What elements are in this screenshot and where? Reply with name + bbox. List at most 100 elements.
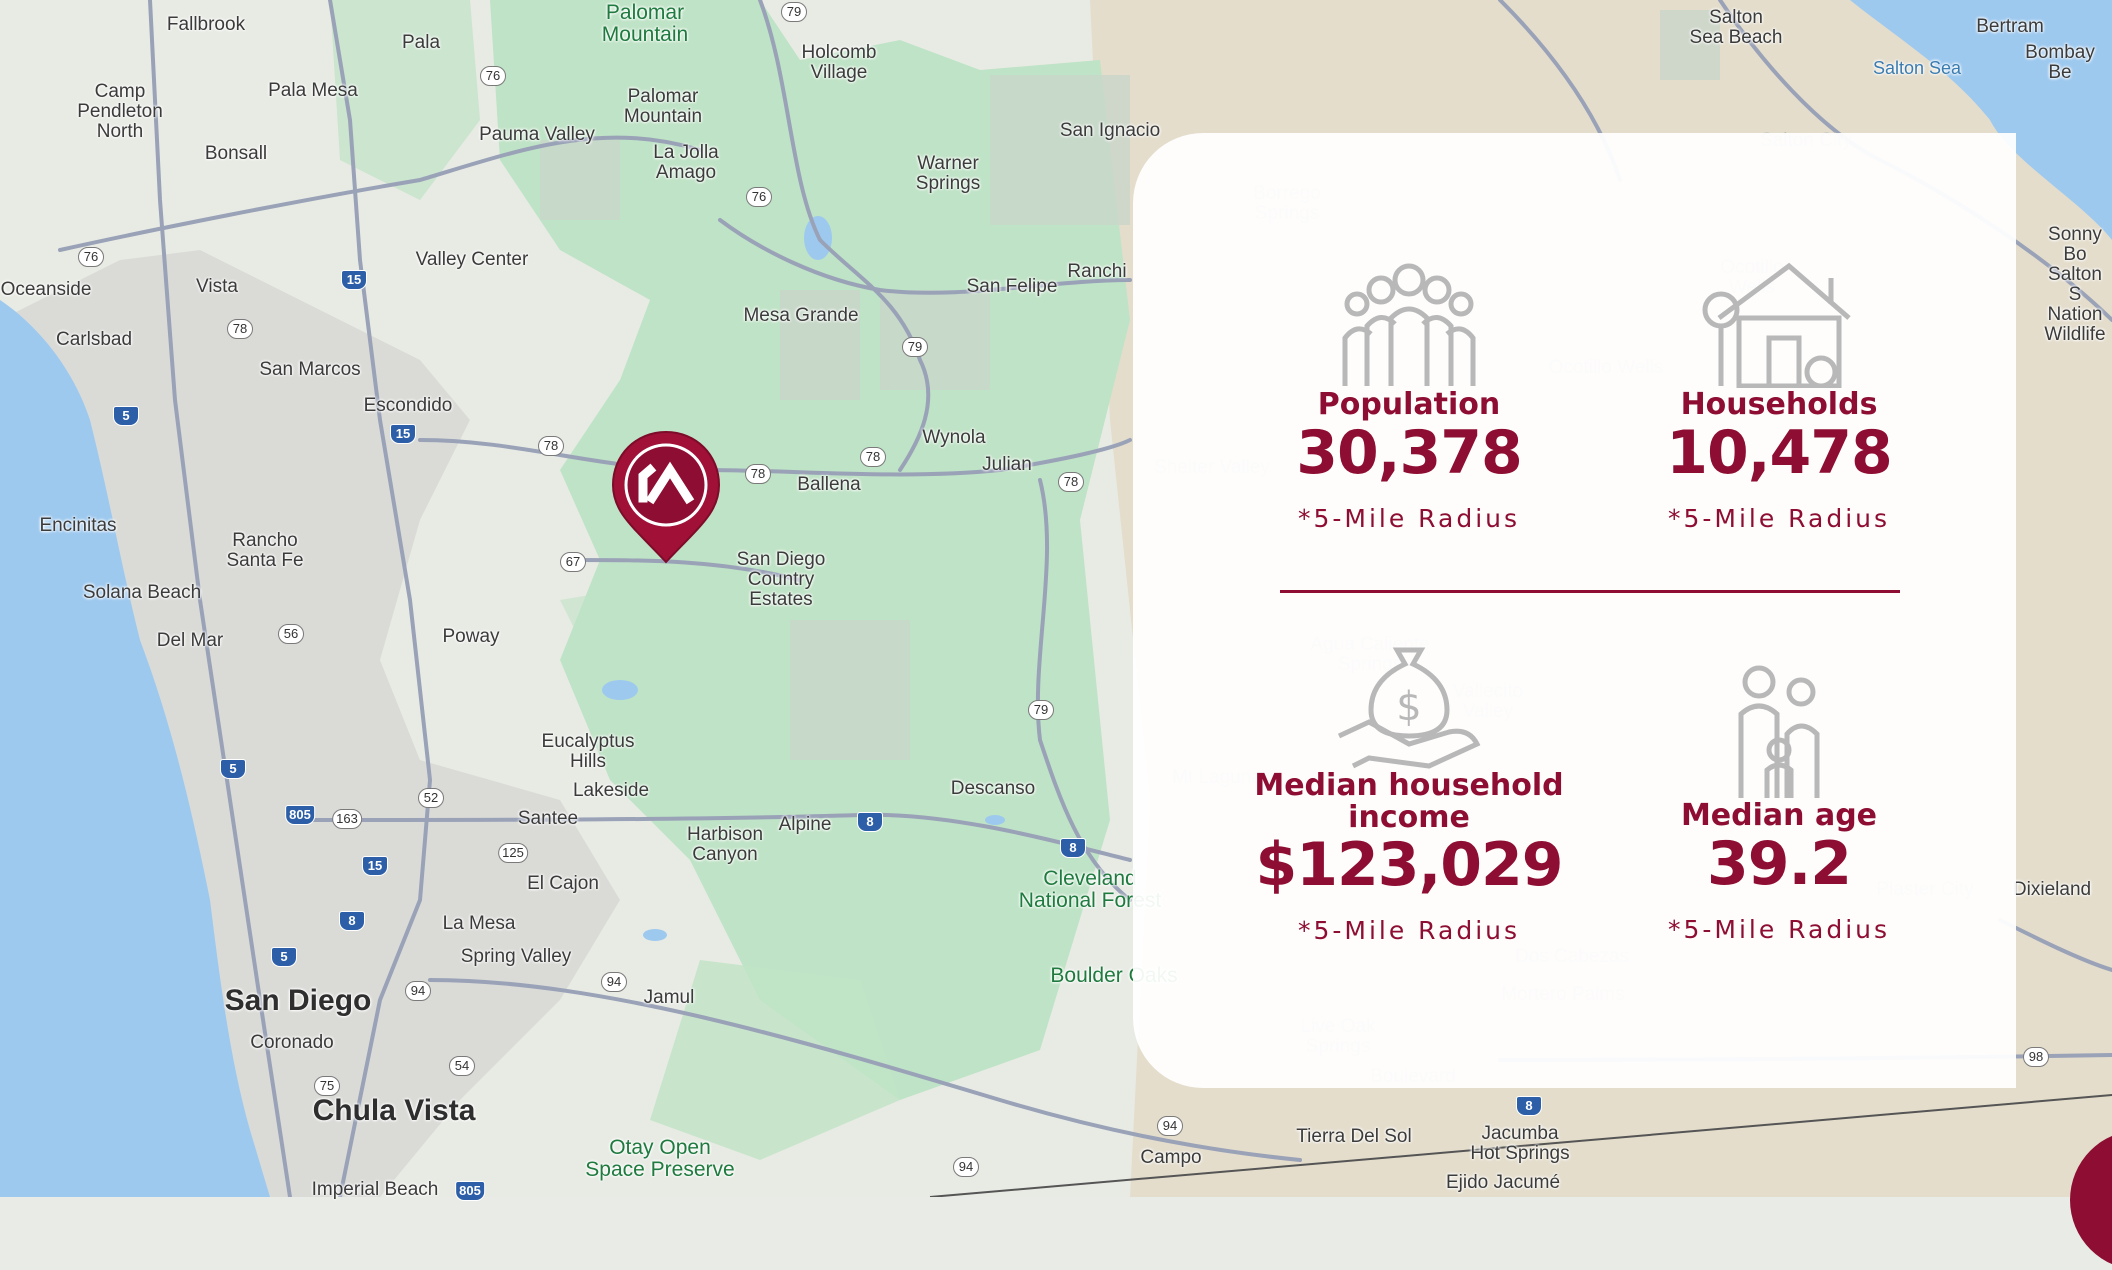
interstate-shield: 5	[271, 947, 297, 967]
place-label: Fallbrook	[166, 14, 246, 35]
place-label: Santee	[517, 808, 579, 829]
place-label: Eucalyptus Hills	[541, 731, 635, 772]
water-label: Salton Sea	[1872, 58, 1962, 78]
place-label: Encinitas	[39, 515, 117, 536]
place-label: Pala Mesa	[268, 80, 358, 101]
place-label: Del Mar	[156, 630, 224, 651]
place-label: Ejido Jacumé	[1445, 1172, 1561, 1193]
place-label: San Marcos	[259, 359, 361, 380]
interstate-shield: 15	[341, 270, 367, 290]
place-label: San Ignacio	[1059, 120, 1161, 141]
population-value: 30,378	[1296, 418, 1523, 488]
median-age-value: 39.2	[1706, 829, 1852, 899]
place-label: Tierra Del Sol	[1296, 1126, 1412, 1147]
route-shield: 79	[902, 337, 928, 357]
route-shield: 76	[78, 247, 104, 267]
stats-divider	[1280, 590, 1900, 593]
place-label: Campo	[1140, 1147, 1202, 1168]
place-label: Alpine	[778, 814, 832, 835]
interstate-shield: 805	[455, 1181, 485, 1201]
route-shield: 75	[314, 1076, 340, 1096]
place-label: Wynola	[922, 427, 986, 448]
stat-median-age: Median age 39.2 *5-Mile Radius	[1614, 664, 1944, 944]
place-label: San Diego Country Estates	[736, 549, 826, 610]
family-icon	[1738, 665, 1820, 798]
route-shield: 67	[560, 552, 586, 572]
route-shield: 94	[1157, 1116, 1183, 1136]
median-age-note: *5-Mile Radius	[1667, 915, 1891, 944]
house-family-icon	[1702, 262, 1851, 388]
route-shield: 78	[860, 447, 886, 467]
place-label: Ranchi	[1067, 261, 1127, 282]
place-label: Pauma Valley	[479, 124, 595, 145]
route-shield: 76	[746, 187, 772, 207]
route-shield: 78	[227, 319, 253, 339]
place-label: Oceanside	[0, 279, 92, 300]
households-note: *5-Mile Radius	[1667, 504, 1891, 533]
route-shield: 98	[2023, 1047, 2049, 1067]
interstate-shield: 8	[1060, 838, 1086, 858]
place-label: Solana Beach	[82, 582, 202, 603]
svg-text:$: $	[1396, 684, 1421, 730]
park-label: Palomar Mountain	[601, 1, 689, 46]
interstate-shield: 8	[1516, 1096, 1542, 1116]
route-shield: 52	[418, 788, 444, 808]
place-label: Palomar Mountain	[623, 86, 703, 127]
place-label: Mesa Grande	[743, 305, 859, 326]
place-label: Escondido	[363, 395, 453, 416]
median-age-label: Median age	[1680, 798, 1878, 833]
population-label: Population	[1317, 387, 1501, 422]
route-shield: 94	[601, 972, 627, 992]
route-shield: 163	[332, 809, 362, 829]
place-label: Harbison Canyon	[686, 824, 764, 865]
route-shield: 125	[498, 843, 528, 863]
place-label: Coronado	[250, 1032, 334, 1053]
place-label: Bombay Be	[2025, 42, 2095, 83]
city-label: Chula Vista	[312, 1094, 476, 1127]
route-shield: 78	[1058, 472, 1084, 492]
route-shield: 79	[781, 2, 807, 22]
place-label: Sonny Bo Salton S Nation Wildlife	[2044, 224, 2106, 345]
place-label: Warner Springs	[915, 153, 981, 194]
interstate-shield: 805	[285, 805, 315, 825]
place-label: Dixieland	[2012, 879, 2092, 900]
interstate-shield: 8	[339, 911, 365, 931]
route-shield: 78	[538, 436, 564, 456]
location-pin[interactable]	[610, 430, 722, 564]
place-label: Julian	[982, 454, 1032, 475]
route-shield: 94	[405, 981, 431, 1001]
interstate-shield: 5	[113, 406, 139, 426]
place-label: Spring Valley	[460, 946, 572, 967]
place-label: Bertram	[1976, 16, 2044, 37]
place-label: Carlsbad	[55, 329, 133, 350]
median-income-note: *5-Mile Radius	[1297, 916, 1521, 945]
place-label: Poway	[442, 626, 500, 647]
stat-households: Households 10,478 *5-Mile Radius	[1614, 258, 1944, 533]
place-label: Holcomb Village	[801, 42, 877, 83]
place-label: Bonsall	[204, 143, 268, 164]
people-group-icon	[1342, 263, 1476, 386]
interstate-shield: 5	[220, 759, 246, 779]
interstate-shield: 15	[362, 856, 388, 876]
route-shield: 54	[449, 1056, 475, 1076]
place-label: Rancho Santa Fe	[226, 530, 304, 571]
place-label: Ballena	[797, 474, 861, 495]
city-label: San Diego	[224, 984, 372, 1017]
place-label: Salton Sea Beach	[1689, 7, 1783, 48]
place-label: Jamul	[643, 987, 695, 1008]
place-label: Descanso	[950, 778, 1036, 799]
place-label: La Jolla Amago	[653, 142, 719, 183]
interstate-shield: 8	[857, 812, 883, 832]
place-label: Jacumba Hot Springs	[1470, 1123, 1570, 1164]
households-label: Households	[1680, 387, 1878, 422]
place-label: San Felipe	[966, 276, 1058, 297]
route-shield: 94	[953, 1157, 979, 1177]
median-income-value: $123,029	[1255, 830, 1563, 900]
median-income-label: Median household income	[1254, 768, 1564, 835]
place-label: Valley Center	[415, 249, 529, 270]
place-label: Imperial Beach	[311, 1179, 439, 1200]
place-label: Vista	[196, 276, 238, 297]
route-shield: 79	[1028, 700, 1054, 720]
stat-median-income: $ Median household income $123,029 *5-Mi…	[1244, 640, 1574, 945]
place-label: Pala	[401, 32, 441, 53]
